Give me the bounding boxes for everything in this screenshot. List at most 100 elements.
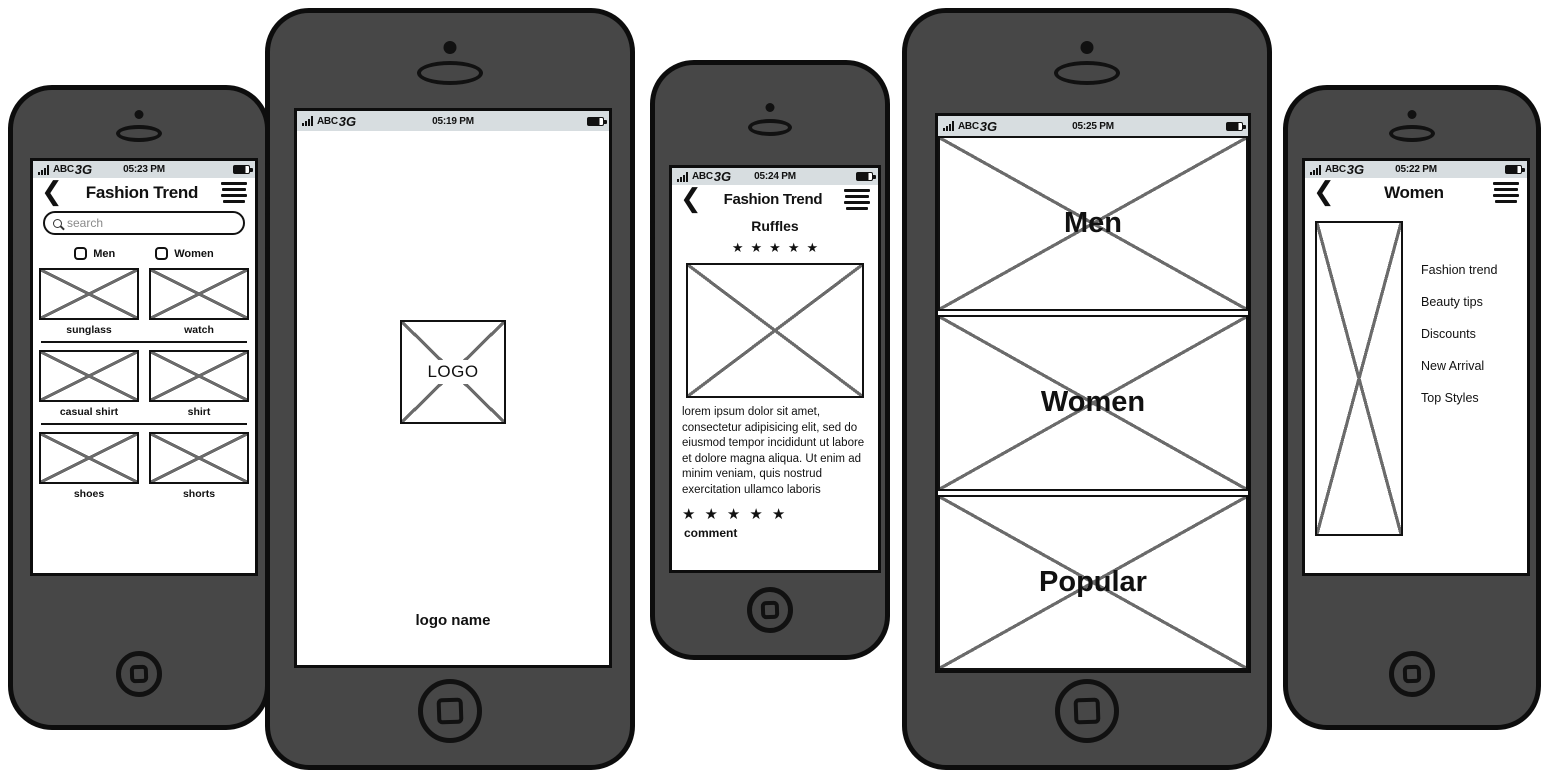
product-description: lorem ipsum dolor sit amet, consectetur … bbox=[682, 406, 865, 496]
home-button[interactable] bbox=[116, 651, 162, 697]
category-label: Women bbox=[1040, 386, 1146, 419]
logo-name-label: logo name bbox=[415, 612, 491, 629]
hamburger-icon[interactable] bbox=[844, 189, 870, 210]
nav-bar: ❮ Fashion Trend bbox=[672, 185, 878, 216]
network-type-label: 3G bbox=[979, 118, 998, 134]
product-row: shoes shorts bbox=[39, 432, 249, 500]
page-title: Fashion Trend bbox=[723, 191, 823, 208]
menu-item-new-arrival[interactable]: New Arrival bbox=[1421, 359, 1497, 373]
phone-catalog: ABC 3G 05:23 PM ❮ Fashion Trend search M… bbox=[8, 85, 270, 730]
volume-down-button[interactable] bbox=[650, 237, 655, 265]
catalog-screen: ABC 3G 05:23 PM ❮ Fashion Trend search M… bbox=[30, 158, 258, 576]
category-panel-men[interactable]: Men bbox=[938, 136, 1248, 312]
network-type-label: 3G bbox=[713, 169, 732, 184]
menu-item-beauty-tips[interactable]: Beauty tips bbox=[1421, 295, 1497, 309]
checkbox-box bbox=[74, 247, 88, 260]
star-icon: ★ bbox=[769, 240, 781, 255]
product-label: watch bbox=[184, 324, 214, 336]
camera-icon bbox=[1080, 41, 1094, 54]
logo-name-area: logo name bbox=[297, 612, 609, 665]
product-card[interactable]: sunglass bbox=[39, 268, 139, 336]
clock-label: 05:23 PM bbox=[123, 164, 165, 175]
nav-bar: ❮ Women bbox=[1305, 178, 1527, 209]
volume-up-button[interactable] bbox=[650, 195, 655, 223]
search-input[interactable]: search bbox=[43, 211, 245, 235]
product-image-placeholder bbox=[149, 268, 249, 320]
home-button[interactable] bbox=[418, 679, 482, 743]
checkbox-women[interactable]: Women bbox=[155, 247, 214, 260]
battery-icon bbox=[856, 172, 876, 181]
signal-icon bbox=[302, 116, 313, 126]
product-card[interactable]: shorts bbox=[149, 432, 249, 500]
search-icon bbox=[53, 218, 62, 228]
detail-screen: ABC 3G 05:24 PM ❮ Fashion Trend Ruffles … bbox=[669, 165, 881, 573]
volume-down-button[interactable] bbox=[8, 255, 13, 285]
product-label: shorts bbox=[182, 488, 216, 500]
rating-stars[interactable]: ★ ★ ★ ★ ★ bbox=[672, 240, 878, 256]
volume-up-button[interactable] bbox=[902, 163, 907, 199]
volume-up-button[interactable] bbox=[265, 163, 270, 199]
menu-item-fashion-trend[interactable]: Fashion trend bbox=[1421, 263, 1497, 277]
speaker-icon bbox=[748, 119, 792, 136]
home-button[interactable] bbox=[747, 587, 793, 633]
signal-icon bbox=[677, 171, 688, 182]
categories-screen: ABC 3G 05:25 PM Men Women Popular bbox=[935, 113, 1251, 673]
page-title: Women bbox=[1384, 182, 1444, 202]
product-card[interactable]: shirt bbox=[149, 350, 249, 418]
product-image-placeholder bbox=[39, 350, 139, 402]
category-panel-popular[interactable]: Popular bbox=[938, 494, 1248, 670]
product-label: sunglass bbox=[66, 324, 112, 336]
product-label: shoes bbox=[73, 488, 105, 500]
product-label: casual shirt bbox=[59, 406, 119, 418]
product-grid: sunglass watch casual shirt shirt shoes … bbox=[33, 268, 255, 500]
home-button[interactable] bbox=[1389, 651, 1435, 697]
logo-area: LOGO bbox=[297, 131, 609, 612]
hamburger-icon[interactable] bbox=[221, 182, 247, 203]
product-image-placeholder bbox=[39, 432, 139, 484]
logo-placeholder: LOGO bbox=[400, 319, 506, 424]
comment-rating-stars[interactable]: ★ ★ ★ ★ ★ bbox=[672, 505, 878, 523]
star-icon: ★ bbox=[726, 506, 741, 523]
checkbox-men[interactable]: Men bbox=[74, 247, 115, 260]
checkbox-label: Women bbox=[174, 247, 214, 260]
volume-up-button[interactable] bbox=[8, 210, 13, 240]
menu-item-top-styles[interactable]: Top Styles bbox=[1421, 391, 1497, 405]
filter-checkbox-group: Men Women bbox=[33, 247, 255, 260]
signal-icon bbox=[1310, 164, 1321, 175]
volume-down-button[interactable] bbox=[265, 213, 270, 249]
search-placeholder: search bbox=[67, 216, 104, 230]
back-icon[interactable]: ❮ bbox=[680, 186, 702, 212]
star-icon: ★ bbox=[731, 240, 744, 255]
battery-icon bbox=[233, 165, 253, 174]
back-icon[interactable]: ❮ bbox=[1313, 179, 1335, 205]
product-card[interactable]: shoes bbox=[39, 432, 139, 500]
home-button[interactable] bbox=[1055, 679, 1119, 743]
splash-screen: ABC 3G 05:19 PM LOGO logo name bbox=[294, 108, 612, 668]
hamburger-icon[interactable] bbox=[1493, 182, 1519, 203]
star-icon: ★ bbox=[682, 506, 696, 523]
product-label: shirt bbox=[187, 406, 211, 418]
product-title: Ruffles bbox=[751, 218, 799, 234]
volume-down-button[interactable] bbox=[1283, 255, 1288, 285]
category-label: Popular bbox=[1039, 565, 1147, 598]
phone-splash: ABC 3G 05:19 PM LOGO logo name bbox=[265, 8, 635, 770]
checkbox-label: Men bbox=[93, 247, 116, 260]
category-label: Men bbox=[1064, 207, 1122, 240]
speaker-icon bbox=[1389, 125, 1435, 142]
camera-icon bbox=[443, 41, 457, 54]
volume-up-button[interactable] bbox=[1283, 210, 1288, 240]
phone-product-detail: ABC 3G 05:24 PM ❮ Fashion Trend Ruffles … bbox=[650, 60, 890, 660]
women-menu-screen: ABC 3G 05:22 PM ❮ Women Fashion trend Be… bbox=[1302, 158, 1530, 576]
product-card[interactable]: casual shirt bbox=[39, 350, 139, 418]
carrier-label: ABC bbox=[1325, 164, 1346, 175]
category-panel-women[interactable]: Women bbox=[938, 315, 1248, 491]
product-card[interactable]: watch bbox=[149, 268, 249, 336]
back-icon[interactable]: ❮ bbox=[41, 179, 63, 205]
comment-label[interactable]: comment bbox=[672, 526, 878, 540]
volume-down-button[interactable] bbox=[902, 213, 907, 249]
product-row: sunglass watch bbox=[39, 268, 249, 336]
camera-icon bbox=[765, 103, 775, 112]
status-bar: ABC 3G 05:24 PM bbox=[672, 168, 878, 185]
menu-item-discounts[interactable]: Discounts bbox=[1421, 327, 1497, 341]
category-panel-list: Men Women Popular bbox=[938, 136, 1248, 670]
